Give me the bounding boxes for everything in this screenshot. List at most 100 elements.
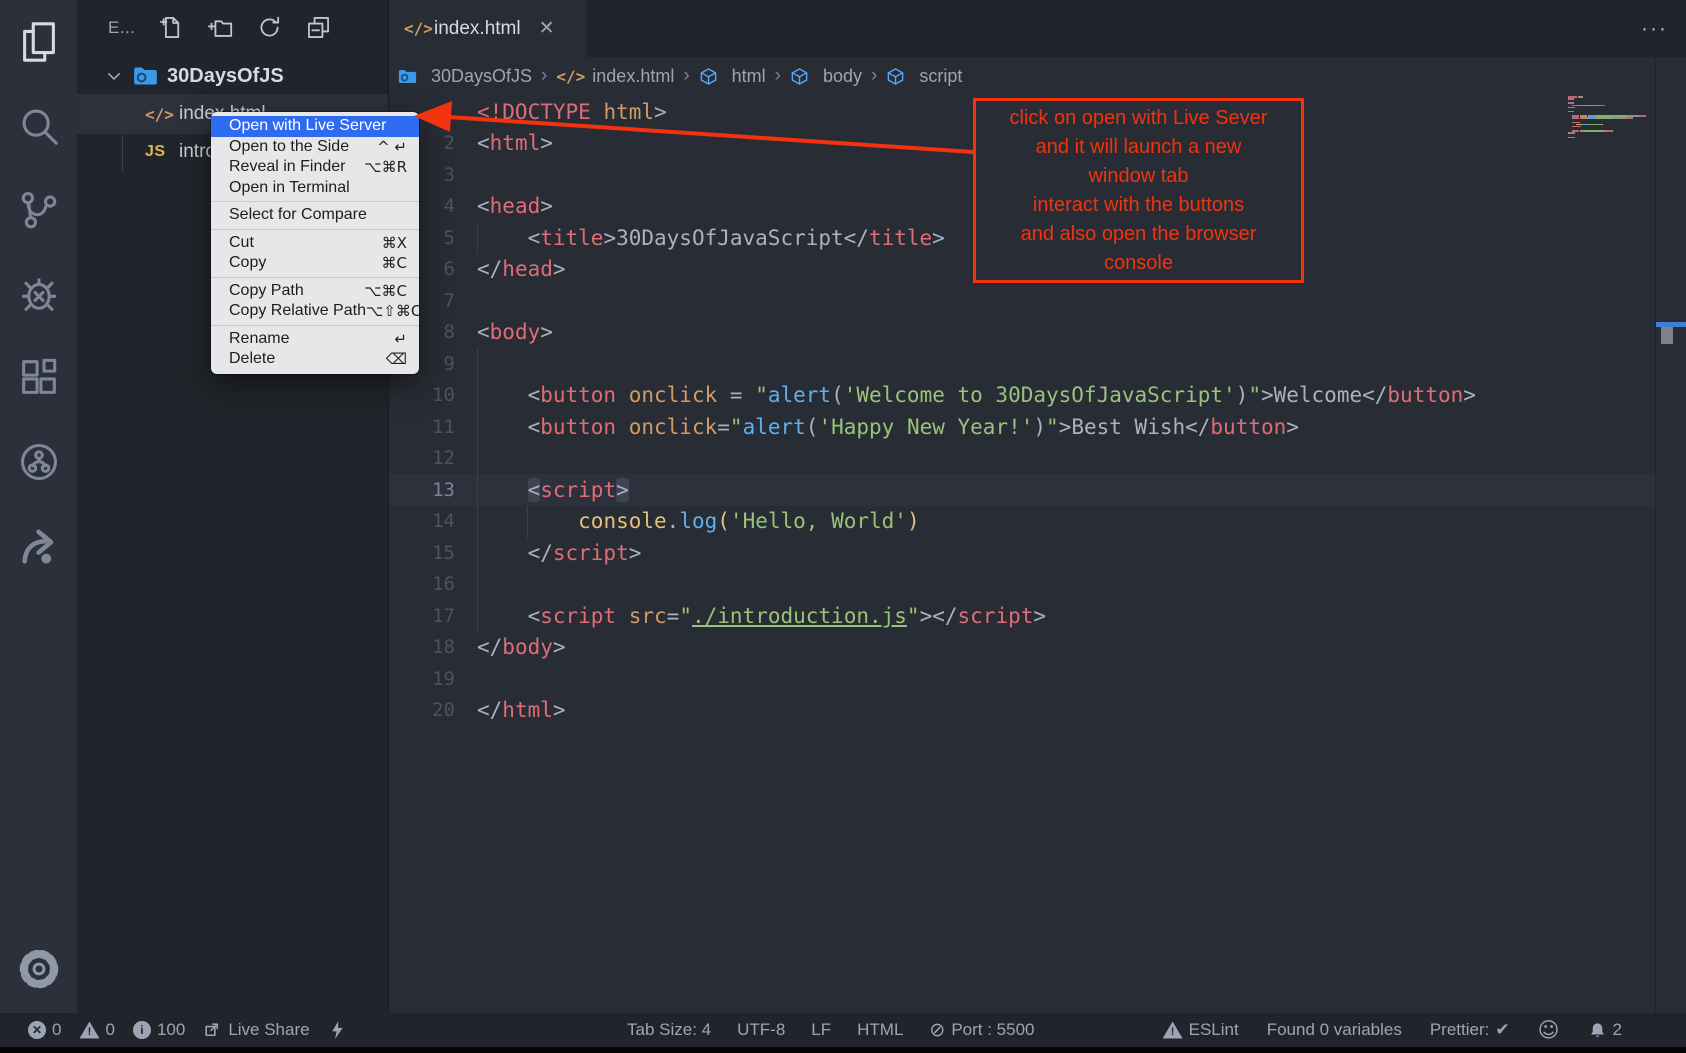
explorer-button[interactable] [0, 0, 77, 84]
status-infos[interactable]: i100 [133, 1020, 185, 1040]
breadcrumb-item-30DaysOfJS[interactable]: 30DaysOfJS [398, 66, 532, 87]
warning-icon: ! [79, 1022, 99, 1039]
status-prettier[interactable]: Prettier:✔ [1430, 1020, 1510, 1040]
smiley-icon: ☺ [1538, 1018, 1560, 1042]
status-label: 100 [157, 1020, 185, 1040]
menu-item-open-to-the-side[interactable]: Open to the Side^ ↵ [211, 137, 419, 158]
menu-item-delete[interactable]: Delete⌫ [211, 349, 419, 370]
menu-shortcut: ⌥⇧⌘C [366, 302, 419, 320]
line-number: 11 [388, 416, 455, 438]
menu-item-open-with-live-server[interactable]: Open with Live Server [211, 116, 419, 137]
status-lightning[interactable] [328, 1021, 347, 1040]
live-share-session-button[interactable] [0, 420, 77, 504]
code-line-18: 18</body> [388, 632, 1655, 664]
status-label: Port : 5500 [951, 1020, 1034, 1040]
check-icon: ✔ [1495, 1020, 1509, 1040]
menu-shortcut: ↵ [394, 330, 407, 348]
menu-shortcut: ⌘C [382, 254, 407, 272]
close-icon[interactable]: ✕ [539, 17, 555, 40]
status-variables[interactable]: Found 0 variables [1267, 1020, 1402, 1040]
breadcrumb: 30DaysOfJS›</>index.html›html›body›scrip… [398, 57, 962, 95]
menu-item-cut[interactable]: Cut⌘X [211, 233, 419, 254]
breadcrumb-item-index.html[interactable]: </>index.html [556, 66, 674, 87]
menu-item-reveal-in-finder[interactable]: Reveal in Finder⌥⌘R [211, 157, 419, 178]
refresh-icon[interactable] [256, 14, 283, 41]
status-label: Live Share [228, 1020, 309, 1040]
status-encoding[interactable]: UTF-8 [737, 1020, 785, 1040]
explorer-title[interactable]: E... [108, 18, 136, 38]
status-port[interactable]: ⊘Port : 5500 [929, 1019, 1034, 1041]
source-control-button[interactable] [0, 168, 77, 252]
line-number: 10 [388, 384, 455, 406]
code-line-8: 8<body> [388, 317, 1655, 349]
more-actions-icon[interactable]: ··· [1641, 17, 1668, 41]
breadcrumb-label: 30DaysOfJS [431, 66, 532, 87]
extensions-button[interactable] [0, 336, 77, 420]
status-errors[interactable]: ✕0 [28, 1020, 61, 1040]
menu-item-copy[interactable]: Copy⌘C [211, 253, 419, 274]
collapse-folders-icon[interactable] [305, 14, 332, 41]
new-folder-icon[interactable] [207, 14, 234, 41]
minimap[interactable] [1568, 96, 1658, 139]
line-number: 13 [388, 479, 455, 501]
context-menu: Open with Live Server Open to the Side^ ↵… [211, 112, 419, 374]
chevron-down-icon [105, 67, 123, 85]
status-label: 2 [1613, 1020, 1622, 1040]
line-number: 14 [388, 510, 455, 532]
status-live-share[interactable]: Live Share [203, 1020, 309, 1040]
line-number: 16 [388, 573, 455, 595]
menu-item-copy-path[interactable]: Copy Path⌥⌘C [211, 281, 419, 302]
menu-separator [211, 201, 419, 202]
status-language[interactable]: HTML [857, 1020, 903, 1040]
code-line-7: 7 [388, 285, 1655, 317]
status-label: UTF-8 [737, 1020, 785, 1040]
folder-icon [133, 66, 158, 86]
menu-item-select-for-compare[interactable]: Select for Compare [211, 205, 419, 226]
breadcrumb-separator: › [871, 65, 877, 87]
code-line-9: 9 [388, 348, 1655, 380]
status-notifications[interactable]: 2 [1588, 1020, 1622, 1040]
line-number: 20 [388, 699, 455, 721]
settings-gear-icon[interactable] [0, 947, 77, 991]
search-button[interactable] [0, 84, 77, 168]
status-eol[interactable]: LF [811, 1020, 831, 1040]
code-line-17: 17 <script src="./introduction.js"></scr… [388, 600, 1655, 632]
menu-item-label: Copy [229, 254, 382, 272]
status-tab-size[interactable]: Tab Size: 4 [627, 1020, 711, 1040]
line-number: 12 [388, 447, 455, 469]
code-line-11: 11 <button onclick="alert('Happy New Yea… [388, 411, 1655, 443]
status-label: Found 0 variables [1267, 1020, 1402, 1040]
menu-item-label: Reveal in Finder [229, 158, 364, 176]
status-warnings[interactable]: !0 [79, 1020, 114, 1040]
menu-item-label: Copy Path [229, 282, 364, 300]
annotation-line: window tab [976, 162, 1301, 191]
menu-separator [211, 277, 419, 278]
code-line-15: 15 </script> [388, 537, 1655, 569]
tab-index-html[interactable]: </> index.html ✕ [388, 0, 586, 57]
folder-row-root[interactable]: 30DaysOfJS [77, 58, 388, 94]
new-file-icon[interactable] [158, 14, 185, 41]
code-line-16: 16 [388, 569, 1655, 601]
menu-item-copy-relative-path[interactable]: Copy Relative Path⌥⇧⌘C [211, 301, 419, 322]
html-file-icon: </> [404, 19, 434, 38]
html-file-icon: </> [145, 105, 179, 124]
explorer-header: E... [77, 0, 388, 55]
menu-shortcut: ⌥⌘R [364, 158, 407, 176]
menu-item-label: Open with Live Server [229, 117, 407, 135]
status-feedback[interactable]: ☺ [1538, 1018, 1560, 1042]
html-file-icon: </> [556, 67, 585, 86]
breadcrumb-separator: › [541, 65, 547, 87]
menu-item-open-in-terminal[interactable]: Open in Terminal [211, 178, 419, 199]
breadcrumb-item-html[interactable]: html [699, 66, 766, 87]
breadcrumb-separator: › [683, 65, 689, 87]
menu-item-rename[interactable]: Rename↵ [211, 329, 419, 350]
menu-shortcut: ⌥⌘C [364, 282, 407, 300]
status-eslint[interactable]: !ESLint [1163, 1020, 1239, 1040]
warning-triangle-icon: ! [1163, 1022, 1183, 1039]
run-debug-button[interactable] [0, 252, 77, 336]
js-file-icon: JS [145, 143, 179, 161]
breadcrumb-item-body[interactable]: body [790, 66, 862, 87]
scrollbar-thumb[interactable] [1661, 327, 1673, 344]
share-button[interactable] [0, 504, 77, 588]
breadcrumb-item-script[interactable]: script [886, 66, 962, 87]
